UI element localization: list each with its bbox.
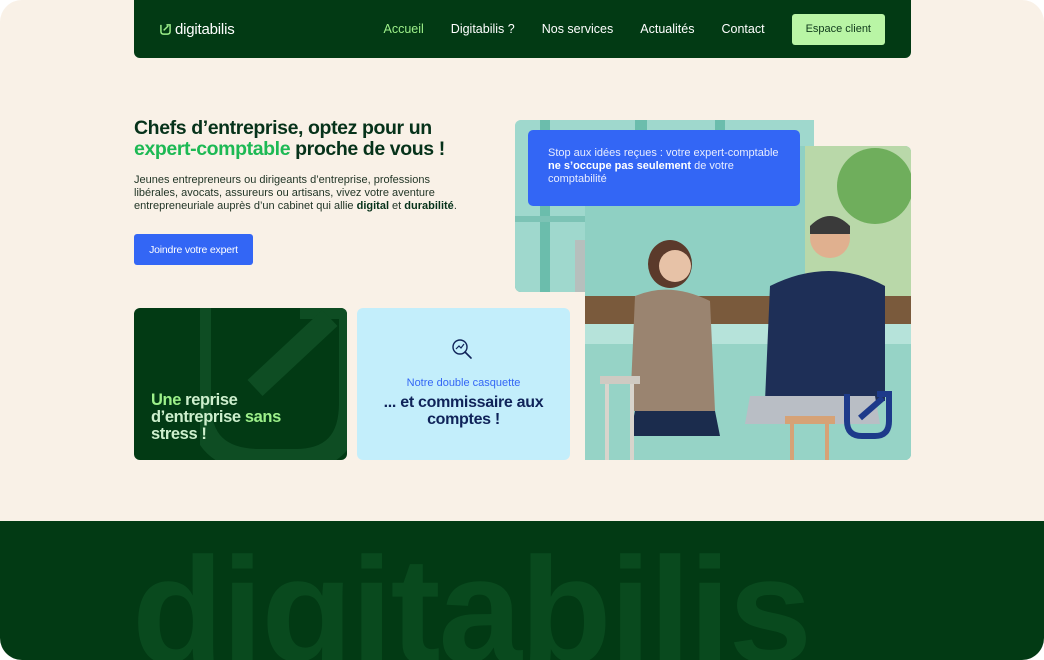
footer-watermark: digitabilis	[132, 526, 812, 660]
card-title-sans: sans	[244, 408, 281, 426]
client-area-button[interactable]: Espace client	[791, 13, 885, 45]
card-business-takeover[interactable]: Une reprise d’entreprise sans stress !	[134, 308, 347, 460]
nav-links: Accueil Digitabilis ? Nos services Actua…	[384, 22, 765, 36]
nav-item-services[interactable]: Nos services	[542, 22, 614, 36]
card-title-reprise: reprise	[180, 391, 238, 409]
search-chart-icon	[452, 339, 472, 359]
nav-item-accueil[interactable]: Accueil	[384, 22, 424, 36]
hero-title-accent: expert-comptable	[134, 138, 291, 160]
quote-box: Stop aux idées reçues : votre expert-com…	[528, 130, 800, 206]
logo-mark-icon	[160, 23, 171, 35]
card-business-takeover-title: Une reprise d’entreprise sans stress !	[151, 392, 311, 443]
hero-title-part2: proche de vous !	[290, 138, 445, 160]
nav-item-contact[interactable]: Contact	[721, 22, 764, 36]
nav-item-actualites[interactable]: Actualités	[640, 22, 694, 36]
card-audit-title: ... et commissaire aux comptes !	[383, 394, 544, 428]
quote-text-bold: ne s’occupe pas seulement	[548, 160, 692, 172]
contact-expert-button[interactable]: Joindre votre expert	[134, 234, 253, 265]
card-title-stress: stress !	[151, 425, 207, 443]
card-title-une: Une	[151, 391, 181, 409]
nav-item-digitabilis[interactable]: Digitabilis ?	[451, 22, 515, 36]
quote-text-start: Stop aux idées reçues : votre expert-com…	[548, 147, 779, 159]
page-frame: digitabilis Accueil Digitabilis ? Nos se…	[0, 0, 1044, 660]
footer: digitabilis	[0, 521, 1044, 660]
hero-text-end: .	[453, 200, 457, 212]
hero-text-durabilite: durabilité	[404, 200, 454, 212]
hero-title-part1: Chefs d’entreprise, optez pour un	[134, 117, 432, 139]
hero-title: Chefs d’entreprise, optez pour un expert…	[134, 118, 494, 160]
logo-text: digitabilis	[175, 20, 235, 38]
logo[interactable]: digitabilis	[160, 21, 235, 38]
card-audit-subtitle: Notre double casquette	[406, 377, 521, 389]
card-audit[interactable]: Notre double casquette ... et commissair…	[357, 308, 570, 460]
card-title-entreprise: d’entreprise	[151, 408, 245, 426]
navbar: digitabilis Accueil Digitabilis ? Nos se…	[134, 0, 911, 58]
hero-text-digital: digital	[356, 200, 389, 212]
hero-description: Jeunes entrepreneurs ou dirigeants d’ent…	[134, 174, 474, 213]
hero-text-and: et	[389, 200, 405, 212]
